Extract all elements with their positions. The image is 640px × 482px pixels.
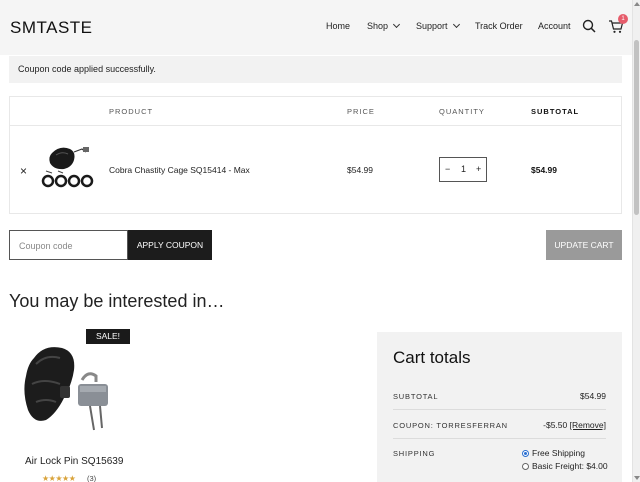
quantity-stepper: − 1 + bbox=[439, 157, 487, 182]
totals-divider bbox=[393, 409, 606, 410]
recommended-product-name[interactable]: Air Lock Pin SQ15639 bbox=[25, 456, 123, 467]
product-name-link[interactable]: Cobra Chastity Cage SQ15414 - Max bbox=[109, 165, 250, 175]
cart-totals-title: Cart totals bbox=[393, 348, 471, 367]
header-product: PRODUCT bbox=[109, 107, 154, 116]
coupon-discount-value: -$5.50 [Remove] bbox=[543, 420, 606, 430]
totals-divider bbox=[393, 438, 606, 439]
header-subtotal: SUBTOTAL bbox=[531, 107, 580, 116]
coupon-code-input[interactable]: Coupon code bbox=[9, 230, 128, 260]
remove-item-button[interactable]: × bbox=[20, 164, 27, 178]
nav-support[interactable]: Support bbox=[416, 20, 460, 31]
cart-table: PRODUCT PRICE QUANTITY SUBTOTAL × Cobra … bbox=[9, 96, 622, 214]
shipping-option-label: Basic Freight: $4.00 bbox=[532, 461, 608, 471]
nav-shop[interactable]: Shop bbox=[367, 20, 401, 31]
site-logo[interactable]: SMTASTE bbox=[10, 18, 93, 38]
header-price: PRICE bbox=[347, 107, 375, 116]
cart-totals-panel: Cart totals SUBTOTAL $54.99 COUPON: TORR… bbox=[377, 332, 622, 482]
scroll-thumb[interactable] bbox=[634, 40, 639, 215]
subtotal-label: SUBTOTAL bbox=[393, 392, 439, 401]
sale-badge: SALE! bbox=[86, 329, 130, 344]
shipping-option-basic-freight[interactable]: Basic Freight: $4.00 bbox=[522, 461, 608, 471]
qty-increase-button[interactable]: + bbox=[476, 164, 481, 174]
subtotal-value: $54.99 bbox=[580, 391, 606, 401]
apply-coupon-button[interactable]: APPLY COUPON bbox=[128, 230, 212, 260]
nav-track-order[interactable]: Track Order bbox=[475, 21, 523, 31]
rating-count: (3) bbox=[87, 474, 97, 482]
chevron-down-icon bbox=[392, 20, 401, 29]
page-scrollbar[interactable] bbox=[632, 0, 640, 482]
nav-home[interactable]: Home bbox=[326, 21, 350, 31]
site-header: SMTASTE Home Shop Support Track Order Ac… bbox=[0, 0, 632, 55]
qty-value-input[interactable]: 1 bbox=[461, 164, 466, 174]
chevron-down-icon bbox=[452, 20, 460, 29]
shipping-option-free[interactable]: Free Shipping bbox=[522, 448, 585, 458]
shipping-option-label: Free Shipping bbox=[532, 448, 585, 458]
nav-track-order-label: Track Order bbox=[475, 21, 523, 31]
search-icon[interactable] bbox=[582, 19, 596, 33]
scroll-up-arrow-icon[interactable] bbox=[634, 2, 640, 6]
qty-decrease-button[interactable]: − bbox=[445, 164, 450, 174]
nav-account[interactable]: Account bbox=[538, 21, 571, 31]
coupon-success-notice: Coupon code applied successfully. bbox=[9, 56, 622, 83]
shipping-label: SHIPPING bbox=[393, 449, 436, 458]
remove-coupon-link[interactable]: [Remove] bbox=[570, 420, 606, 430]
recommendations-heading: You may be interested in… bbox=[9, 291, 225, 311]
radio-checked-icon[interactable] bbox=[522, 449, 529, 457]
line-subtotal: $54.99 bbox=[531, 165, 557, 175]
scroll-down-arrow-icon[interactable] bbox=[634, 476, 640, 480]
header-quantity: QUANTITY bbox=[439, 107, 485, 116]
update-cart-button[interactable]: UPDATE CART bbox=[546, 230, 622, 260]
product-price: $54.99 bbox=[347, 165, 373, 175]
cart-count-badge: 1 bbox=[618, 14, 628, 24]
coupon-discount-amount: -$5.50 bbox=[543, 420, 568, 430]
star-rating-icon: ★★★★★ bbox=[42, 474, 76, 482]
nav-support-label: Support bbox=[416, 21, 448, 31]
recommended-product-image[interactable] bbox=[20, 340, 120, 432]
product-thumbnail[interactable] bbox=[38, 143, 98, 193]
coupon-label: COUPON: TORRESFERRAN bbox=[393, 421, 508, 430]
table-divider bbox=[10, 125, 621, 126]
radio-unchecked-icon[interactable] bbox=[522, 462, 529, 470]
nav-shop-label: Shop bbox=[367, 21, 389, 31]
nav-home-label: Home bbox=[326, 21, 351, 31]
nav-account-label: Account bbox=[538, 21, 571, 31]
